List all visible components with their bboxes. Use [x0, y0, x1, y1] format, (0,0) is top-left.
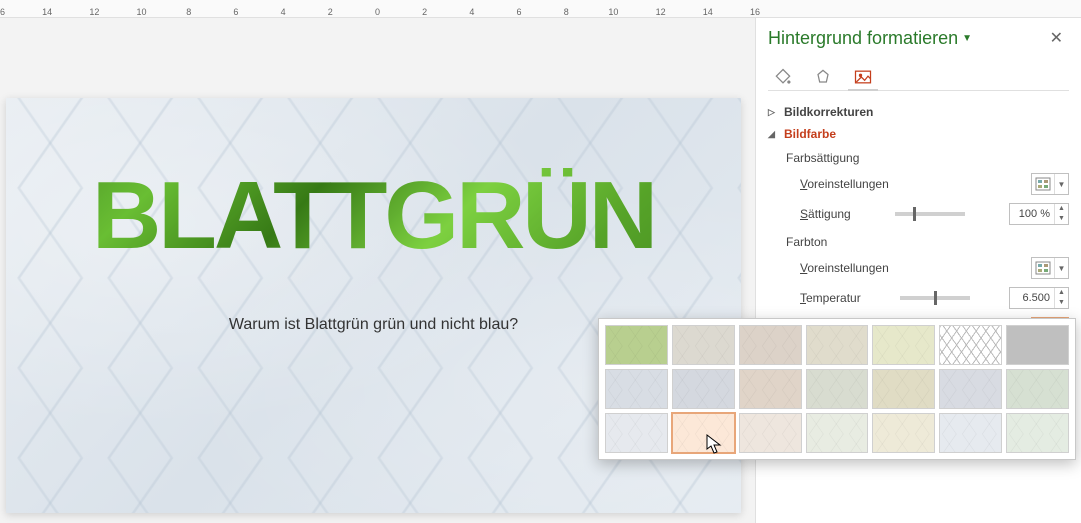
presets-icon: [1032, 174, 1054, 194]
recolor-swatch[interactable]: [605, 369, 668, 409]
presets-tone-label: Voreinstellungen: [800, 261, 889, 275]
ruler-label: 0: [375, 7, 380, 17]
recolor-swatch[interactable]: [739, 369, 802, 409]
ruler-label: 16: [750, 7, 760, 17]
temperature-value: 6.500: [1010, 292, 1054, 304]
panel-title: Hintergrund formatieren ▼: [768, 28, 972, 49]
saturation-slider-label: Sättigung: [800, 207, 851, 221]
ruler-label: 10: [137, 7, 147, 17]
ruler-label: 8: [186, 7, 191, 17]
recolor-swatch[interactable]: [806, 413, 869, 453]
presets-saturation-label: Voreinstellungen: [800, 177, 889, 191]
temperature-slider-label: Temperatur: [800, 291, 861, 305]
chevron-right-icon: ▷: [768, 107, 778, 118]
horizontal-ruler: 16 14 12 10 8 6 4 2 0 2 4 6 8 10 12 14 16: [0, 0, 1081, 18]
spinner-down-icon[interactable]: ▼: [1055, 214, 1068, 224]
ruler-label: 2: [422, 7, 427, 17]
recolor-swatch[interactable]: [872, 325, 935, 365]
panel-tabs: [768, 58, 1069, 91]
ruler-label: 8: [564, 7, 569, 17]
recolor-swatch[interactable]: [605, 325, 668, 365]
ruler-label: 2: [328, 7, 333, 17]
ruler-label: 4: [469, 7, 474, 17]
chevron-down-icon: ▼: [1054, 258, 1068, 278]
recolor-swatch[interactable]: [672, 369, 735, 409]
section-corrections-label: Bildkorrekturen: [784, 105, 873, 119]
spinner-up-icon[interactable]: ▲: [1055, 288, 1068, 298]
recolor-swatch[interactable]: [605, 413, 668, 453]
recolor-swatch[interactable]: [1006, 325, 1069, 365]
effects-tab-icon[interactable]: [812, 64, 834, 90]
spinner-down-icon[interactable]: ▼: [1055, 298, 1068, 308]
chevron-down-icon: ◢: [768, 129, 778, 140]
saturation-slider[interactable]: [895, 212, 965, 216]
presets-icon: [1032, 258, 1054, 278]
ruler-label: 10: [608, 7, 618, 17]
close-icon[interactable]: ✕: [1044, 26, 1069, 50]
panel-title-text: Hintergrund formatieren: [768, 28, 958, 49]
recolor-popup: [598, 318, 1076, 460]
recolor-swatch[interactable]: [872, 369, 935, 409]
section-color[interactable]: ◢ Bildfarbe: [768, 123, 1069, 145]
ruler-label: 14: [42, 7, 52, 17]
recolor-swatch[interactable]: [939, 325, 1002, 365]
presets-saturation-dropdown[interactable]: ▼: [1031, 173, 1069, 195]
ruler-label: 4: [281, 7, 286, 17]
ruler-label: 6: [517, 7, 522, 17]
recolor-swatch[interactable]: [806, 325, 869, 365]
saturation-group-label: Farbsättigung: [786, 145, 1069, 169]
saturation-value: 100 %: [1010, 208, 1054, 220]
tone-group-label: Farbton: [786, 229, 1069, 253]
presets-tone-dropdown[interactable]: ▼: [1031, 257, 1069, 279]
recolor-swatch[interactable]: [739, 325, 802, 365]
recolor-swatch[interactable]: [872, 413, 935, 453]
recolor-swatch[interactable]: [939, 413, 1002, 453]
fill-tab-icon[interactable]: [772, 64, 794, 90]
ruler-label: 12: [656, 7, 666, 17]
ruler-label: 6: [233, 7, 238, 17]
temperature-slider[interactable]: [900, 296, 970, 300]
panel-title-dropdown-icon[interactable]: ▼: [962, 33, 972, 44]
recolor-swatch[interactable]: [672, 325, 735, 365]
recolor-swatch[interactable]: [672, 413, 735, 453]
picture-tab-icon[interactable]: [852, 64, 874, 90]
recolor-swatch[interactable]: [1006, 413, 1069, 453]
saturation-spinner[interactable]: 100 % ▲▼: [1009, 203, 1069, 225]
ruler-label: 14: [703, 7, 713, 17]
recolor-swatch[interactable]: [1006, 369, 1069, 409]
section-corrections[interactable]: ▷ Bildkorrekturen: [768, 101, 1069, 123]
slide-title[interactable]: BLATTGRÜN: [6, 168, 741, 264]
section-color-label: Bildfarbe: [784, 127, 836, 141]
ruler-label: 16: [0, 7, 5, 17]
spinner-up-icon[interactable]: ▲: [1055, 204, 1068, 214]
recolor-swatch[interactable]: [739, 413, 802, 453]
temperature-spinner[interactable]: 6.500 ▲▼: [1009, 287, 1069, 309]
ruler-label: 12: [89, 7, 99, 17]
chevron-down-icon: ▼: [1054, 174, 1068, 194]
recolor-swatch[interactable]: [806, 369, 869, 409]
recolor-swatch[interactable]: [939, 369, 1002, 409]
